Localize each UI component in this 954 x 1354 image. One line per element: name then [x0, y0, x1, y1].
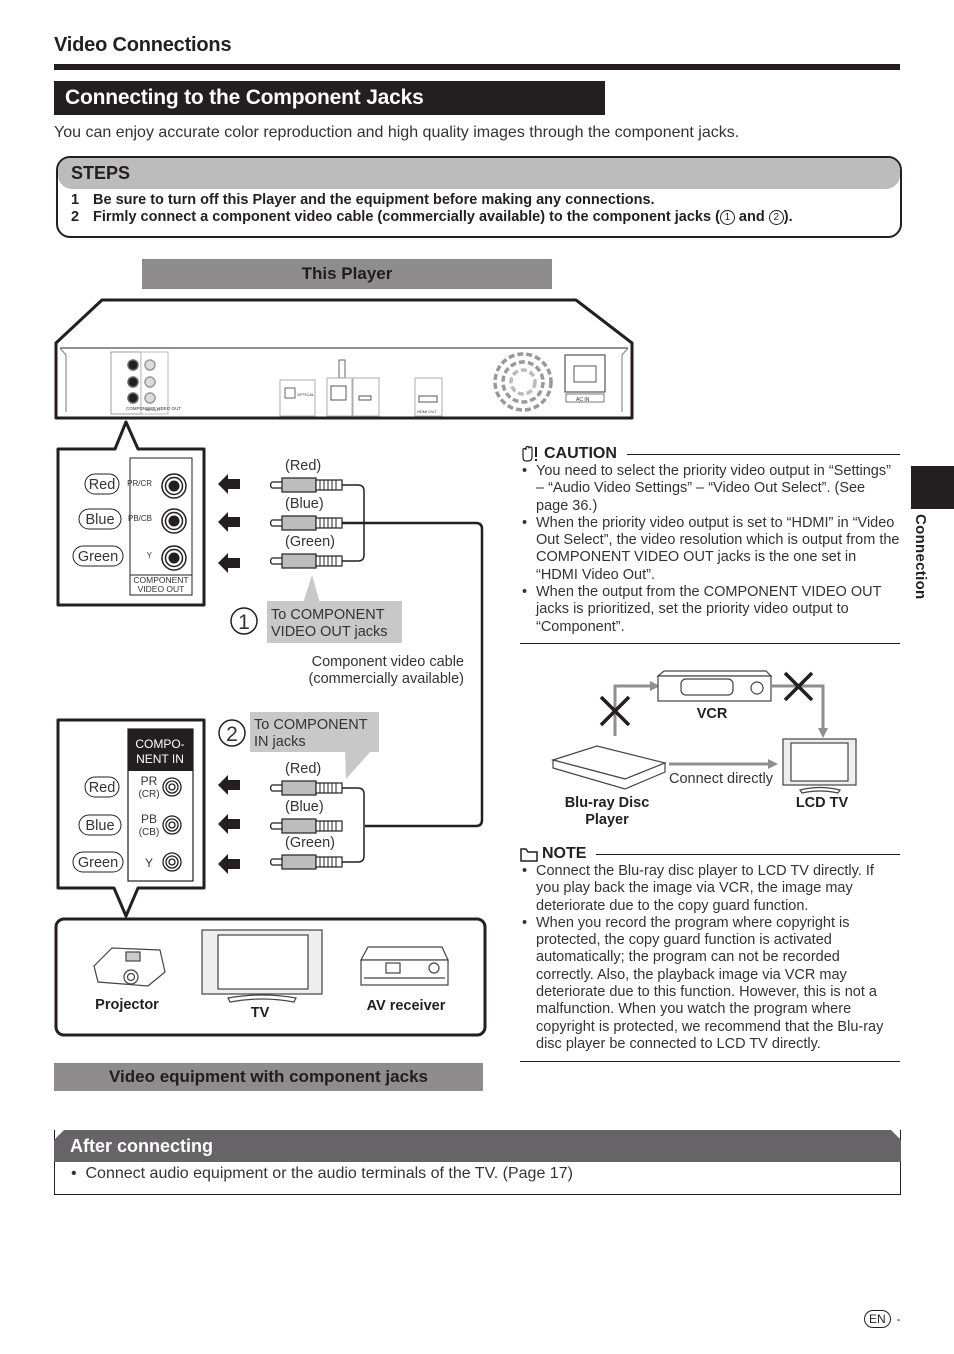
note-title: NOTE [542, 845, 587, 862]
jack-label: PB/CB [128, 514, 152, 523]
page-number-suffix: - [896, 1312, 901, 1326]
note-list: Connect the Blu-ray disc player to LCD T… [520, 863, 900, 1053]
plug-color-label: (Green) [285, 534, 335, 550]
left-arrow-icon [218, 854, 240, 874]
caution-item: You need to select the priority video ou… [520, 463, 900, 515]
jack-label: Y [147, 551, 153, 560]
jack-label: PB [141, 812, 157, 826]
note-item: When you record the program where copyri… [520, 915, 900, 1053]
plug-color-label: (Blue) [285, 799, 324, 815]
note-heading: NOTE [520, 845, 900, 863]
note-section: NOTE Connect the Blu-ray disc player to … [520, 845, 900, 1053]
jack-sublabel: (CB) [139, 827, 160, 838]
tv-label: TV [251, 1005, 270, 1021]
callout-1-line2: VIDEO OUT jacks [271, 624, 388, 640]
component-in-callout: COMPO- NENT IN [56, 718, 206, 918]
note-bottom-rule [520, 1061, 900, 1062]
note-rule [596, 853, 900, 855]
ac-in-text: AC IN [576, 397, 590, 403]
component-in-header-line1: COMPO- [135, 737, 184, 751]
caution-heading: CAUTION [520, 445, 900, 463]
color-pill-label: Red [89, 477, 116, 493]
bluray-label-line2: Player [585, 812, 629, 828]
jack-label: PR [141, 774, 158, 788]
rca-plug-icon [269, 515, 343, 531]
callout-2-line1: To COMPONENT [254, 717, 368, 733]
cable-label-line1: Component video cable [312, 654, 464, 670]
callout-2-number: 2 [226, 723, 238, 746]
side-tab-marker [911, 466, 954, 509]
rca-plug-icon [269, 477, 343, 493]
plug-color-label: (Red) [285, 458, 321, 474]
vcr-icon [656, 670, 773, 702]
caution-item: When the priority video output is set to… [520, 515, 900, 584]
color-pill-label: Green [78, 549, 118, 565]
after-connecting-box: After connecting • Connect audio equipme… [54, 1130, 901, 1195]
cable-label-line2: (commercially available) [308, 671, 464, 687]
caution-rule [626, 453, 900, 455]
direction-arrows [218, 474, 240, 874]
color-pill-label: Green [78, 855, 118, 871]
av-receiver-icon [359, 946, 449, 986]
side-tab-label: Connection [912, 514, 929, 600]
av-out-panel-text: AV OUT [146, 407, 161, 412]
vcr-label: VCR [697, 706, 728, 722]
note-item: Connect the Blu-ray disc player to LCD T… [520, 863, 900, 915]
component-in-header-line2: NENT IN [136, 752, 184, 766]
callout-1-number: 1 [238, 611, 250, 634]
caution-hand-icon [522, 445, 537, 462]
caution-bottom-rule [520, 643, 900, 644]
rca-plug-icon [269, 553, 343, 569]
after-connecting-item: • Connect audio equipment or the audio t… [71, 1165, 573, 1182]
after-connecting-text: Connect audio equipment or the audio ter… [85, 1165, 573, 1182]
optical-text: OPTICAL [297, 392, 315, 397]
color-pill-label: Blue [85, 512, 114, 528]
tv-icon [201, 929, 323, 1003]
rca-plug-icon [269, 854, 343, 870]
player-rear-illustration: COMPONENT VIDEO OUT AV OUT OPTICAL HDMI … [54, 298, 634, 420]
video-equipment-box: Projector TV AV receiver [54, 917, 487, 1037]
jack-sublabel: (CR) [138, 789, 159, 800]
callout-2-line2: IN jacks [254, 734, 306, 750]
projector-label: Projector [95, 997, 159, 1013]
plug-color-label: (Green) [285, 835, 335, 851]
left-arrow-icon [218, 775, 240, 795]
connect-directly-label: Connect directly [669, 771, 774, 787]
page-footer: EN - [864, 1310, 901, 1328]
left-arrow-icon [218, 474, 240, 494]
color-pill-label: Blue [85, 818, 114, 834]
bluray-player-icon [550, 745, 667, 790]
callout-1: 1 To COMPONENT VIDEO OUT jacks [230, 575, 402, 643]
rca-plug-icon [269, 780, 343, 796]
note-page-icon [520, 848, 538, 862]
component-out-label-line2: VIDEO OUT [138, 584, 185, 594]
callout-1-line1: To COMPONENT [271, 607, 385, 623]
left-arrow-icon [218, 553, 240, 573]
vcr-diagram: VCR Blu-ray Disc Player Connect directly… [550, 670, 857, 828]
plug-color-label: (Red) [285, 761, 321, 777]
plug-color-label: (Blue) [285, 496, 324, 512]
left-arrow-icon [218, 814, 240, 834]
bluray-label-line1: Blu-ray Disc [565, 795, 650, 811]
caution-item: When the output from the COMPONENT VIDEO… [520, 584, 900, 636]
after-connecting-heading: After connecting [54, 1130, 901, 1162]
lcd-tv-label: LCD TV [796, 795, 849, 811]
caution-list: You need to select the priority video ou… [520, 463, 900, 636]
hdmi-out-text: HDMI OUT [417, 409, 437, 414]
rca-plug-icon [269, 818, 343, 834]
caution-title: CAUTION [544, 445, 617, 462]
jack-label: Y [145, 856, 153, 870]
lcd-tv-icon [782, 738, 857, 794]
left-arrow-icon [218, 512, 240, 532]
color-pill-label: Red [89, 780, 116, 796]
caution-section: CAUTION You need to select the priority … [520, 445, 900, 636]
language-badge: EN [864, 1310, 891, 1328]
av-receiver-label: AV receiver [367, 998, 446, 1014]
jack-label: PR/CR [127, 479, 152, 488]
